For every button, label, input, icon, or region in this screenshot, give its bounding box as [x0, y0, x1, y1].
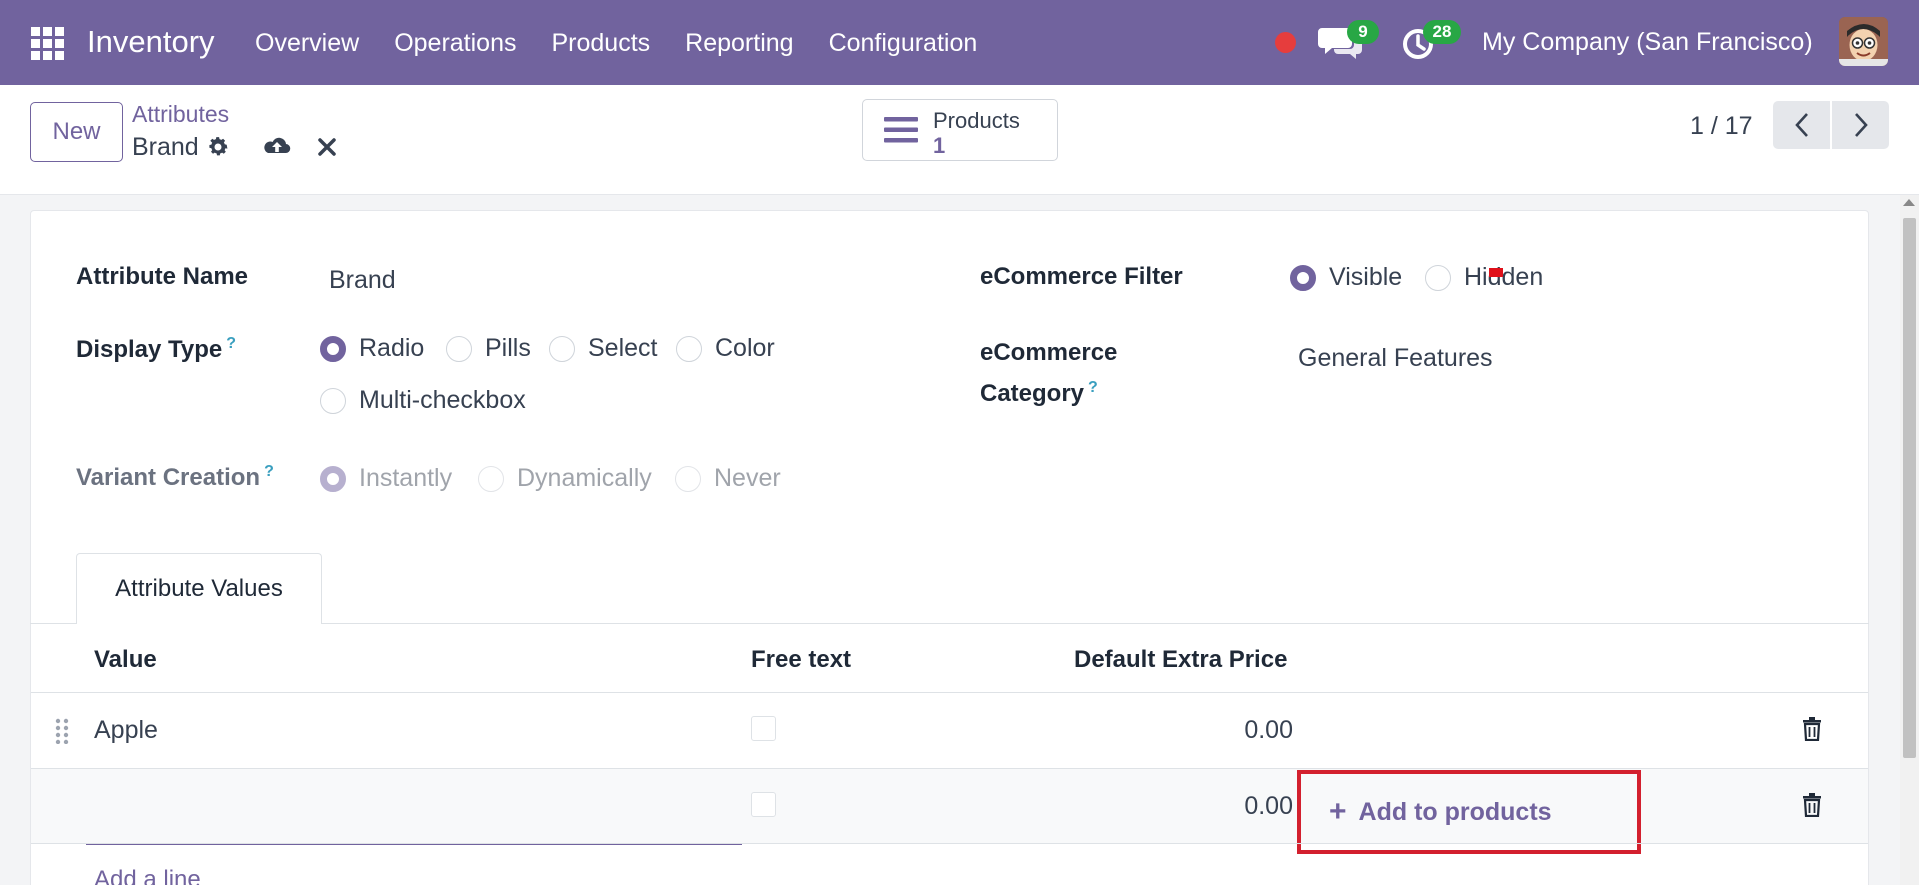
user-avatar[interactable] — [1839, 17, 1888, 66]
top-navbar: Inventory Overview Operations Products R… — [0, 0, 1919, 85]
radio-display-radio-label: Radio — [359, 334, 425, 362]
chevron-right-icon — [1854, 113, 1868, 137]
radio-variant-never: Never — [675, 464, 781, 493]
radio-filter-hidden[interactable]: Hidden — [1425, 263, 1543, 292]
help-icon[interactable]: ? — [226, 335, 236, 352]
variant-creation-label: Variant Creation? — [76, 463, 274, 492]
radio-display-radio[interactable]: Radio — [320, 334, 424, 363]
radio-empty-icon — [675, 465, 701, 492]
radio-display-pills[interactable]: Pills — [446, 334, 531, 363]
display-type-label: Display Type? — [76, 335, 236, 364]
radio-variant-dynamically-label: Dynamically — [517, 464, 652, 492]
menu-operations[interactable]: Operations — [394, 29, 516, 58]
main-menu: Overview Operations Products Reporting C… — [255, 29, 1012, 58]
ecommerce-category-label-line2: Category? — [980, 379, 1098, 408]
radio-variant-instantly-label: Instantly — [359, 464, 453, 492]
variant-creation-label-text: Variant Creation — [76, 464, 261, 491]
column-header-free-text[interactable]: Free text — [751, 646, 851, 674]
radio-display-pills-label: Pills — [485, 334, 531, 362]
ecommerce-category-label-line1: eCommerce — [980, 339, 1118, 366]
radio-empty-icon — [676, 335, 702, 362]
list-icon — [884, 117, 918, 143]
control-panel: New Attributes Brand Products 1 1 / 17 — [0, 85, 1919, 195]
ecommerce-category-label-text: Category — [980, 380, 1085, 407]
radio-variant-never-label: Never — [714, 464, 781, 492]
table-row-divider — [31, 843, 1868, 844]
radio-display-color-label: Color — [715, 334, 775, 362]
attribute-name-label: Attribute Name — [76, 263, 249, 290]
ecommerce-category-input[interactable]: General Features — [1298, 344, 1493, 373]
radio-variant-dynamically: Dynamically — [478, 464, 652, 493]
avatar-face-icon — [1839, 17, 1888, 66]
activities-badge: 28 — [1423, 20, 1461, 44]
radio-display-select-label: Select — [588, 334, 658, 362]
radio-selected-icon — [320, 335, 346, 362]
row-2-extra-price[interactable]: 0.00 — [1173, 792, 1293, 821]
table-header-divider — [31, 692, 1868, 693]
add-to-products-button[interactable]: + Add to products — [1297, 770, 1641, 854]
plus-icon: + — [1329, 795, 1347, 828]
breadcrumb-record-name: Brand — [132, 133, 199, 161]
add-to-products-label: Add to products — [1358, 797, 1552, 826]
gear-icon[interactable] — [206, 135, 230, 159]
menu-products[interactable]: Products — [551, 29, 650, 58]
cursor-marker — [1489, 268, 1503, 277]
radio-empty-icon — [446, 335, 472, 362]
discard-x-icon[interactable] — [316, 136, 338, 158]
radio-variant-instantly: Instantly — [320, 464, 452, 493]
column-header-extra-price[interactable]: Default Extra Price — [1074, 646, 1287, 674]
column-header-value[interactable]: Value — [94, 646, 157, 674]
cloud-upload-icon[interactable] — [262, 134, 292, 160]
radio-filter-hidden-label: Hidden — [1464, 263, 1544, 291]
radio-display-select[interactable]: Select — [549, 334, 657, 363]
radio-empty-icon — [478, 465, 504, 492]
drag-handle-icon[interactable] — [54, 718, 70, 744]
pager-next-button[interactable] — [1832, 101, 1889, 149]
breadcrumb-attributes[interactable]: Attributes — [132, 101, 229, 128]
attribute-name-input[interactable]: Brand — [329, 266, 396, 295]
radio-selected-icon — [320, 465, 346, 492]
add-a-line-link[interactable]: Add a line — [94, 866, 201, 885]
app-grid-icon[interactable] — [31, 27, 64, 60]
messages-badge: 9 — [1347, 20, 1379, 44]
trash-icon[interactable] — [1802, 793, 1822, 817]
tab-attribute-values[interactable]: Attribute Values — [76, 553, 322, 624]
help-icon[interactable]: ? — [264, 463, 274, 480]
company-switcher[interactable]: My Company (San Francisco) — [1482, 28, 1813, 57]
radio-display-color[interactable]: Color — [676, 334, 775, 363]
scroll-up-arrow-icon[interactable] — [1903, 199, 1915, 206]
row-1-value[interactable]: Apple — [94, 716, 158, 745]
radio-empty-icon — [1425, 264, 1451, 291]
row-1-extra-price[interactable]: 0.00 — [1173, 716, 1293, 745]
menu-overview[interactable]: Overview — [255, 29, 359, 58]
radio-display-multi-checkbox-label: Multi-checkbox — [359, 386, 526, 414]
display-type-label-text: Display Type — [76, 336, 223, 363]
pager-value[interactable]: 1 / 17 — [1690, 112, 1753, 141]
menu-reporting[interactable]: Reporting — [685, 29, 793, 58]
radio-filter-visible-label: Visible — [1329, 263, 1403, 291]
app-name[interactable]: Inventory — [87, 24, 215, 60]
ecommerce-filter-label: eCommerce Filter — [980, 263, 1183, 290]
radio-filter-visible[interactable]: Visible — [1290, 263, 1402, 292]
radio-empty-icon — [549, 335, 575, 362]
row-1-free-text-checkbox[interactable] — [751, 716, 776, 741]
radio-selected-icon — [1290, 264, 1316, 291]
row-2-free-text-checkbox[interactable] — [751, 792, 776, 817]
scrollbar-thumb[interactable] — [1903, 218, 1916, 758]
trash-icon[interactable] — [1802, 717, 1822, 741]
smart-button-label: Products — [933, 108, 1020, 133]
pager-previous-button[interactable] — [1773, 101, 1830, 149]
products-smart-button[interactable]: Products 1 — [862, 99, 1058, 161]
help-icon[interactable]: ? — [1088, 379, 1098, 396]
new-button[interactable]: New — [30, 102, 123, 162]
smart-button-count: 1 — [933, 133, 946, 158]
radio-empty-icon — [320, 387, 346, 414]
chevron-left-icon — [1794, 113, 1808, 137]
radio-display-multi-checkbox[interactable]: Multi-checkbox — [320, 386, 526, 415]
menu-configuration[interactable]: Configuration — [829, 29, 978, 58]
record-dot-icon[interactable] — [1275, 32, 1296, 53]
